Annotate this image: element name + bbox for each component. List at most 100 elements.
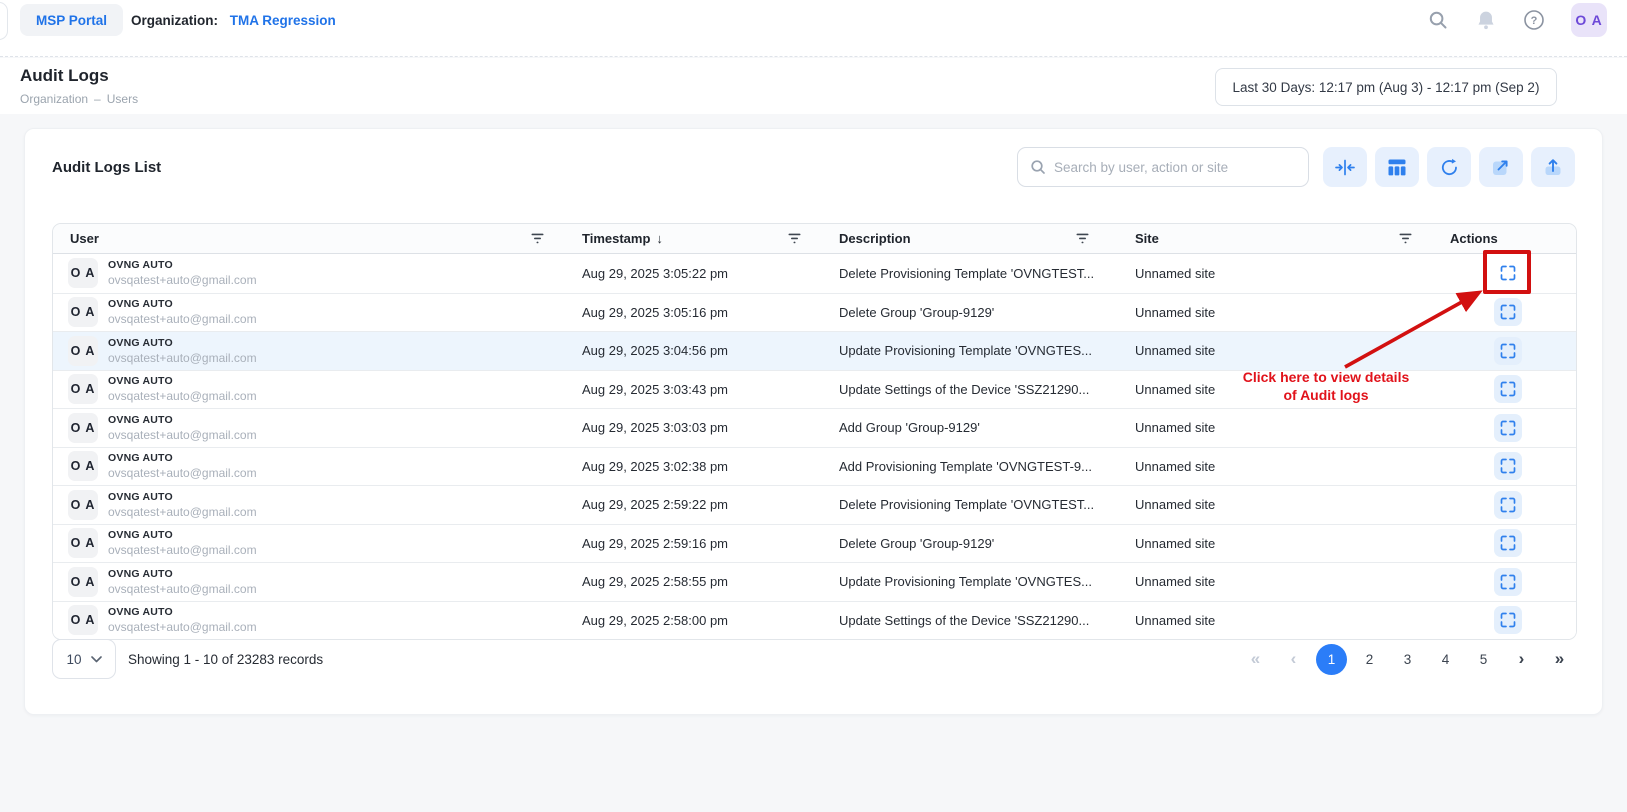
sidebar-collapse-handle[interactable]	[0, 2, 8, 40]
expand-row-button[interactable]	[1494, 298, 1522, 326]
column-header-user[interactable]: User	[53, 224, 570, 253]
pagination-page[interactable]: 4	[1430, 644, 1461, 675]
help-icon[interactable]: ?	[1523, 9, 1545, 31]
table-row[interactable]: O A OVNG AUTO ovsqatest+auto@gmail.com A…	[53, 370, 1576, 409]
table-row[interactable]: O A OVNG AUTO ovsqatest+auto@gmail.com A…	[53, 562, 1576, 601]
column-label-user: User	[70, 231, 99, 246]
open-external-button[interactable]	[1479, 147, 1523, 187]
timestamp-cell: Aug 29, 2025 3:05:16 pm	[570, 305, 827, 320]
chevron-down-icon	[91, 656, 102, 663]
user-cell: O A OVNG AUTO ovsqatest+auto@gmail.com	[53, 413, 570, 443]
column-header-timestamp[interactable]: Timestamp ↓	[570, 224, 827, 253]
expand-row-button[interactable]	[1494, 568, 1522, 596]
collapse-columns-button[interactable]	[1323, 147, 1367, 187]
timestamp-cell: Aug 29, 2025 2:58:55 pm	[570, 574, 827, 589]
audit-logs-card: Audit Logs List	[24, 128, 1603, 715]
table-row[interactable]: O A OVNG AUTO ovsqatest+auto@gmail.com A…	[53, 485, 1576, 524]
column-header-actions: Actions	[1438, 224, 1577, 253]
notifications-bell-icon[interactable]	[1475, 9, 1497, 31]
search-icon[interactable]	[1427, 9, 1449, 31]
user-email: ovsqatest+auto@gmail.com	[108, 582, 257, 596]
user-email: ovsqatest+auto@gmail.com	[108, 428, 257, 442]
expand-row-button[interactable]	[1494, 529, 1522, 557]
expand-icon	[1500, 420, 1516, 436]
records-summary: Showing 1 - 10 of 23283 records	[128, 652, 323, 667]
filter-icon[interactable]	[788, 233, 801, 244]
table-row[interactable]: O A OVNG AUTO ovsqatest+auto@gmail.com A…	[53, 601, 1576, 640]
breadcrumb-item-organization[interactable]: Organization	[20, 92, 88, 106]
avatar: O A	[68, 567, 98, 597]
column-header-description[interactable]: Description	[827, 224, 1115, 253]
table-row[interactable]: O A OVNG AUTO ovsqatest+auto@gmail.com A…	[53, 331, 1576, 370]
site-cell: Unnamed site	[1115, 536, 1438, 551]
expand-row-button[interactable]	[1494, 491, 1522, 519]
description-cell: Update Settings of the Device 'SSZ21290.…	[827, 613, 1115, 628]
expand-row-button[interactable]	[1494, 375, 1522, 403]
table-body: O A OVNG AUTO ovsqatest+auto@gmail.com A…	[53, 254, 1576, 639]
filter-icon[interactable]	[1076, 233, 1089, 244]
avatar: O A	[68, 374, 98, 404]
search-input[interactable]	[1054, 160, 1296, 175]
breadcrumb-item-users[interactable]: Users	[107, 92, 138, 106]
avatar: O A	[68, 297, 98, 327]
site-cell: Unnamed site	[1115, 343, 1438, 358]
export-button[interactable]	[1531, 147, 1575, 187]
user-cell: O A OVNG AUTO ovsqatest+auto@gmail.com	[53, 605, 570, 635]
user-name: OVNG AUTO	[108, 606, 257, 618]
filter-icon[interactable]	[1399, 233, 1412, 244]
table-row[interactable]: O A OVNG AUTO ovsqatest+auto@gmail.com A…	[53, 524, 1576, 563]
card-toolbar	[1017, 147, 1575, 187]
description-cell: Delete Group 'Group-9129'	[827, 305, 1115, 320]
user-avatar[interactable]: O A	[1571, 3, 1607, 37]
table-header-row: User Timestamp ↓	[53, 224, 1576, 254]
pagination-page[interactable]: 3	[1392, 644, 1423, 675]
expand-row-button[interactable]	[1494, 259, 1522, 287]
refresh-button[interactable]	[1427, 147, 1471, 187]
column-header-site[interactable]: Site	[1115, 224, 1438, 253]
pagination-next-button[interactable]: ›	[1506, 644, 1537, 675]
user-cell: O A OVNG AUTO ovsqatest+auto@gmail.com	[53, 451, 570, 481]
filter-icon[interactable]	[531, 233, 544, 244]
pagination-page[interactable]: 2	[1354, 644, 1385, 675]
expand-icon	[1500, 381, 1516, 397]
user-cell: O A OVNG AUTO ovsqatest+auto@gmail.com	[53, 567, 570, 597]
expand-icon	[1500, 265, 1516, 281]
user-name: OVNG AUTO	[108, 452, 257, 464]
expand-row-button[interactable]	[1494, 452, 1522, 480]
avatar: O A	[68, 451, 98, 481]
table-row[interactable]: O A OVNG AUTO ovsqatest+auto@gmail.com A…	[53, 447, 1576, 486]
user-email: ovsqatest+auto@gmail.com	[108, 505, 257, 519]
column-settings-button[interactable]	[1375, 147, 1419, 187]
pagination-prev-button[interactable]: ‹	[1278, 644, 1309, 675]
pagination-page[interactable]: 1	[1316, 644, 1347, 675]
expand-row-button[interactable]	[1494, 414, 1522, 442]
user-cell: O A OVNG AUTO ovsqatest+auto@gmail.com	[53, 374, 570, 404]
user-name: OVNG AUTO	[108, 337, 257, 349]
avatar: O A	[68, 528, 98, 558]
column-label-timestamp: Timestamp	[582, 231, 650, 246]
table-search[interactable]	[1017, 147, 1309, 187]
page-size-select[interactable]: 10	[52, 639, 116, 679]
timestamp-cell: Aug 29, 2025 3:04:56 pm	[570, 343, 827, 358]
pagination-page[interactable]: 5	[1468, 644, 1499, 675]
sort-desc-icon[interactable]: ↓	[656, 231, 663, 246]
description-cell: Update Provisioning Template 'OVNGTES...	[827, 343, 1115, 358]
pagination-pages: 1 2 3 4 5	[1316, 644, 1499, 675]
organization-context: Organization: TMA Regression	[131, 13, 336, 28]
pagination-first-button[interactable]: «	[1240, 644, 1271, 675]
description-cell: Delete Provisioning Template 'OVNGTEST..…	[827, 497, 1115, 512]
table-row[interactable]: O A OVNG AUTO ovsqatest+auto@gmail.com A…	[53, 293, 1576, 332]
site-cell: Unnamed site	[1115, 497, 1438, 512]
expand-row-button[interactable]	[1494, 337, 1522, 365]
date-range-picker[interactable]: Last 30 Days: 12:17 pm (Aug 3) - 12:17 p…	[1215, 68, 1557, 106]
expand-row-button[interactable]	[1494, 606, 1522, 634]
user-email: ovsqatest+auto@gmail.com	[108, 273, 257, 287]
msp-portal-button[interactable]: MSP Portal	[20, 4, 123, 36]
table-row[interactable]: O A OVNG AUTO ovsqatest+auto@gmail.com A…	[53, 254, 1576, 293]
description-cell: Update Settings of the Device 'SSZ21290.…	[827, 382, 1115, 397]
actions-cell	[1438, 298, 1577, 326]
user-cell: O A OVNG AUTO ovsqatest+auto@gmail.com	[53, 297, 570, 327]
organization-value-link[interactable]: TMA Regression	[230, 13, 336, 28]
table-row[interactable]: O A OVNG AUTO ovsqatest+auto@gmail.com A…	[53, 408, 1576, 447]
pagination-last-button[interactable]: »	[1544, 644, 1575, 675]
